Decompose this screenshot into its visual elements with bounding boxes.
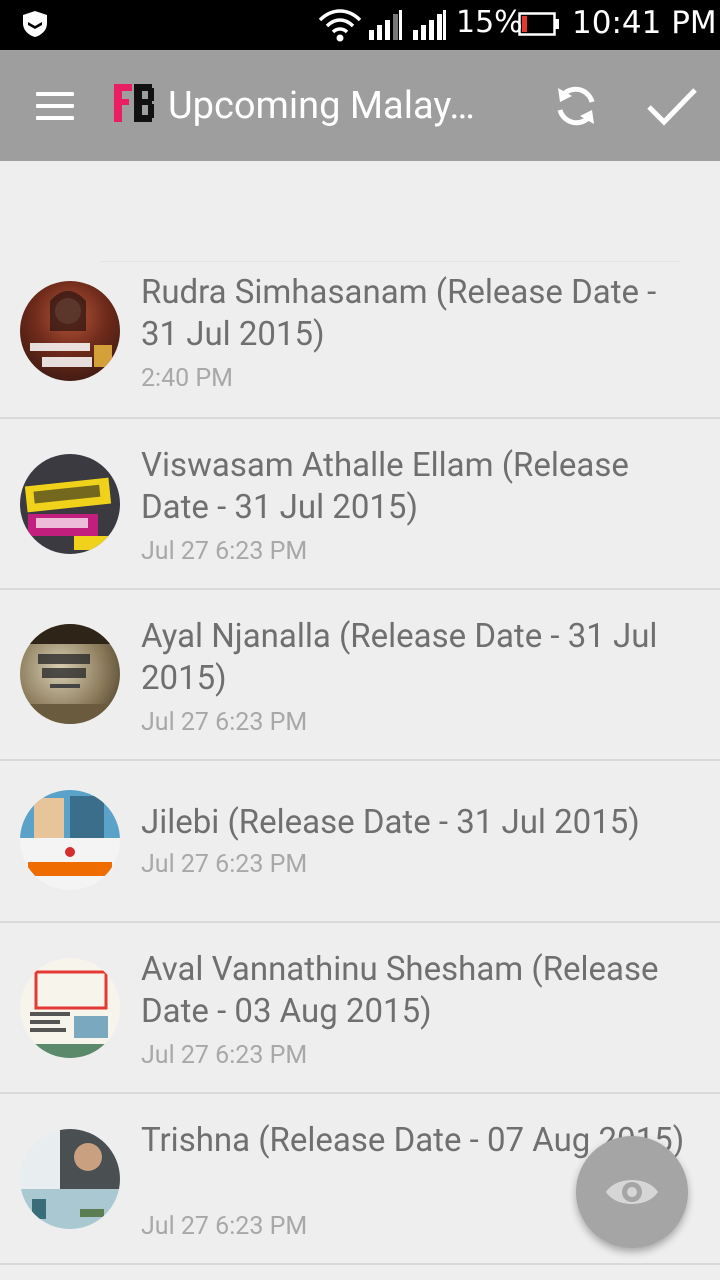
item-time: Jul 27 6:23 PM <box>141 537 308 566</box>
list-item[interactable]: Ayal Njanalla (Release Date - 31 Jul 201… <box>0 590 720 761</box>
wifi-icon <box>318 9 362 42</box>
list-item[interactable]: Viswasam Athalle Ellam (Release Date - 3… <box>0 419 720 590</box>
clock: 10:41 PM <box>572 5 717 41</box>
shield-icon <box>23 11 47 37</box>
status-bar: 15% 10:41 PM <box>0 0 720 50</box>
battery-percent: 15% <box>456 5 523 40</box>
movie-poster-thumbnail <box>20 790 120 890</box>
signal-icon <box>369 10 402 40</box>
list-item[interactable]: Rudra Simhasanam (Release Date - 31 Jul … <box>0 261 720 419</box>
movie-poster-thumbnail <box>20 958 120 1058</box>
eye-icon <box>606 1180 658 1204</box>
item-time: Jul 27 6:23 PM <box>141 1041 308 1070</box>
signal-icon <box>413 10 446 40</box>
item-title: Jilebi (Release Date - 31 Jul 2015) <box>141 803 640 842</box>
movie-poster-thumbnail <box>20 281 120 381</box>
item-title: Aval Vannathinu Shesham (Release Date - … <box>141 950 659 1031</box>
movie-poster-thumbnail <box>20 454 120 554</box>
item-title: Rudra Simhasanam (Release Date - 31 Jul … <box>141 273 657 354</box>
movie-poster-thumbnail <box>20 1129 120 1229</box>
app-bar: Upcoming Malay… <box>0 50 720 161</box>
item-title: Viswasam Athalle Ellam (Release Date - 3… <box>141 446 629 527</box>
list-item[interactable]: Jilebi (Release Date - 31 Jul 2015) Jul … <box>0 761 720 923</box>
page-title: Upcoming Malay… <box>168 84 475 128</box>
battery-icon <box>518 12 559 36</box>
check-icon[interactable] <box>646 86 698 126</box>
fb-logo <box>114 84 154 122</box>
list-item[interactable]: Aval Vannathinu Shesham (Release Date - … <box>0 923 720 1094</box>
item-title: Ayal Njanalla (Release Date - 31 Jul 201… <box>141 617 658 698</box>
refresh-icon[interactable] <box>552 82 600 130</box>
item-time: Jul 27 6:23 PM <box>141 1212 308 1241</box>
movie-poster-thumbnail <box>20 624 120 724</box>
post-list: Rudra Simhasanam (Release Date - 31 Jul … <box>0 161 720 1265</box>
menu-icon[interactable] <box>36 92 76 120</box>
item-time: Jul 27 6:23 PM <box>141 850 308 879</box>
item-time: Jul 27 6:23 PM <box>141 708 308 737</box>
item-time: 2:40 PM <box>141 364 234 393</box>
fab-button[interactable] <box>576 1136 688 1248</box>
